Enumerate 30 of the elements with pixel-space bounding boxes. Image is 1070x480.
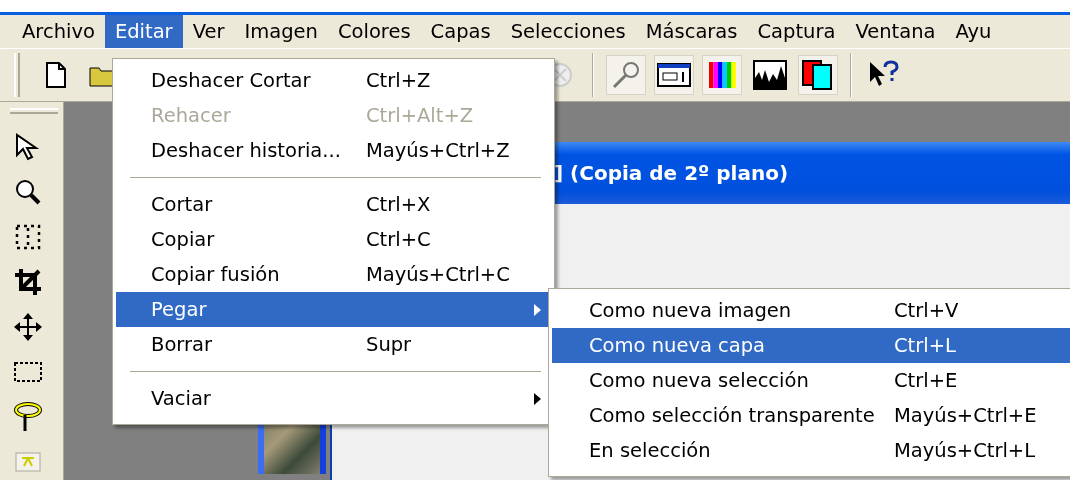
menu-item[interactable]: En selección Mayús+Ctrl+L — [552, 433, 1070, 468]
submenu-arrow-icon — [534, 303, 541, 316]
menu-item[interactable]: Deshacer historia... Mayús+Ctrl+Z — [116, 133, 551, 168]
menu-title[interactable]: Imagen — [234, 15, 328, 48]
menu-item[interactable]: Copiar Ctrl+C — [116, 222, 551, 257]
menu-item[interactable]: Borrar Supr — [116, 327, 551, 362]
menu-title[interactable]: Colores — [327, 15, 421, 48]
menu-item[interactable]: Cortar Ctrl+X — [116, 187, 551, 222]
menu-title[interactable]: Editar — [104, 15, 183, 48]
menu-item[interactable]: Como nueva capa Ctrl+L — [552, 328, 1070, 363]
menu-item[interactable]: Como nueva imagen Ctrl+V — [552, 293, 1070, 328]
menu-item[interactable]: Como selección transparente Mayús+Ctrl+E — [552, 398, 1070, 433]
menu-title[interactable]: Máscaras — [635, 15, 748, 48]
menu-item[interactable]: Como nueva selección Ctrl+E — [552, 363, 1070, 398]
menu-item[interactable]: Vaciar — [116, 381, 551, 416]
menu-title[interactable]: Selecciones — [500, 15, 636, 48]
window-title: ] (Copia de 2º plano) — [554, 161, 789, 185]
menu-item[interactable]: Pegar — [116, 292, 551, 327]
color-bars-icon[interactable] — [702, 54, 742, 95]
menu-title[interactable]: Capas — [420, 15, 501, 48]
menu-title[interactable]: Archivo — [12, 15, 105, 48]
menu-title[interactable]: Ventana — [845, 15, 946, 48]
menu-item[interactable]: Copiar fusión Mayús+Ctrl+C — [116, 257, 551, 292]
overlapping-squares-icon[interactable] — [798, 54, 838, 95]
menu-title[interactable]: Captura — [747, 15, 846, 48]
dialog-icon[interactable] — [654, 54, 694, 95]
menu-title[interactable]: Ver — [182, 15, 235, 48]
menu-title[interactable]: Ayu — [945, 15, 1002, 48]
menu-item[interactable]: Deshacer Cortar Ctrl+Z — [116, 63, 551, 98]
submenu-arrow-icon — [534, 392, 541, 405]
